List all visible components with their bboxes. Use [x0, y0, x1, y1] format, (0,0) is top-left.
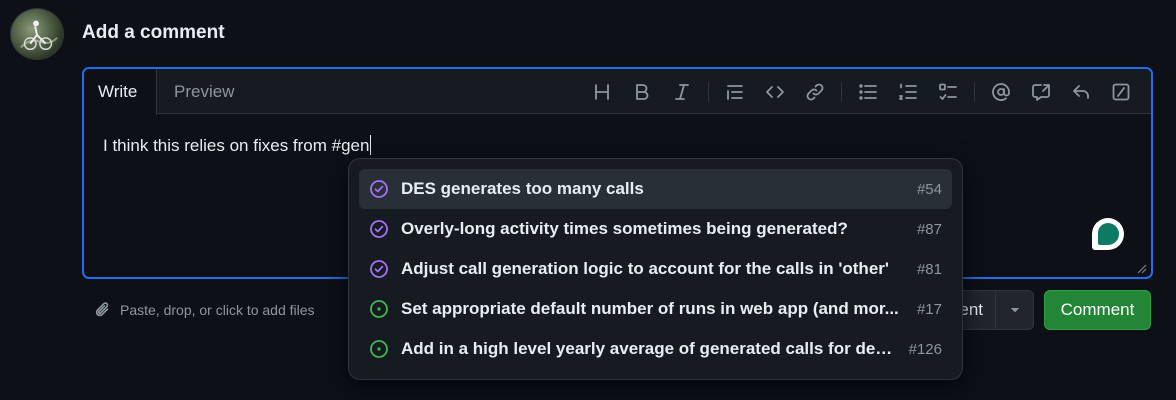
comment-text: I think this relies on fixes from #gen: [103, 136, 370, 155]
reply-icon[interactable]: [1061, 76, 1101, 108]
chevron-down-icon: [1010, 307, 1019, 313]
tab-write[interactable]: Write: [84, 69, 157, 115]
suggestion-item[interactable]: Add in a high level yearly average of ge…: [359, 329, 952, 369]
tab-preview[interactable]: Preview: [160, 69, 248, 115]
avatar[interactable]: [10, 8, 64, 60]
suggestion-item[interactable]: Overly-long activity times sometimes bei…: [359, 209, 952, 249]
comment-composer: Add a comment Write Preview I think this…: [0, 0, 1176, 400]
close-options-dropdown[interactable]: [995, 291, 1033, 329]
open-issue-icon: [370, 300, 388, 318]
closed-issue-icon: [370, 260, 388, 278]
markdown-toolbar: [582, 69, 1141, 114]
suggestion-number: #54: [916, 180, 942, 198]
italic-icon[interactable]: [662, 76, 702, 108]
suggestion-title: Overly-long activity times sometimes bei…: [401, 219, 848, 238]
page-title: Add a comment: [82, 22, 225, 43]
task-list-icon[interactable]: [928, 76, 968, 108]
mention-icon[interactable]: [981, 76, 1021, 108]
text-caret: [370, 135, 372, 155]
suggestion-title: Adjust call generation logic to account …: [401, 259, 889, 278]
ordered-list-icon[interactable]: [888, 76, 928, 108]
link-icon[interactable]: [795, 76, 835, 108]
suggestion-title: Set appropriate default number of runs i…: [401, 299, 899, 318]
open-issue-icon: [370, 340, 388, 358]
slash-commands-icon[interactable]: [1101, 76, 1141, 108]
closed-issue-icon: [370, 220, 388, 238]
cross-reference-icon[interactable]: [1021, 76, 1061, 108]
issue-suggestions-popup: DES generates too many calls #54 Overly-…: [348, 158, 963, 380]
closed-issue-icon: [370, 180, 388, 198]
quote-icon[interactable]: [715, 76, 755, 108]
unordered-list-icon[interactable]: [848, 76, 888, 108]
code-icon[interactable]: [755, 76, 795, 108]
attach-files-hint[interactable]: Paste, drop, or click to add files: [94, 298, 315, 322]
attach-hint-text: Paste, drop, or click to add files: [120, 302, 315, 318]
suggestion-number: #81: [916, 260, 942, 278]
suggestion-number: #87: [916, 220, 942, 238]
comment-button[interactable]: Comment: [1044, 290, 1151, 330]
suggestion-item[interactable]: Set appropriate default number of runs i…: [359, 289, 952, 329]
suggestion-title: Add in a high level yearly average of ge…: [401, 339, 895, 358]
toolbar-divider: [974, 81, 975, 102]
toolbar-divider: [841, 81, 842, 102]
toolbar-divider: [708, 81, 709, 102]
comment-textarea[interactable]: I think this relies on fixes from #gen: [103, 135, 1131, 156]
bold-icon[interactable]: [622, 76, 662, 108]
suggestion-title: DES generates too many calls: [401, 179, 644, 198]
suggestion-number: #17: [916, 300, 942, 318]
suggestion-item[interactable]: Adjust call generation logic to account …: [359, 249, 952, 289]
heading-icon[interactable]: [582, 76, 622, 108]
editor-header: Write Preview: [84, 69, 1151, 115]
suggestion-item[interactable]: DES generates too many calls #54: [359, 169, 952, 209]
resize-handle-icon[interactable]: [1133, 260, 1147, 274]
paperclip-icon: [95, 302, 109, 317]
suggestion-number: #126: [908, 340, 942, 358]
assistant-bubble-icon[interactable]: [1089, 215, 1127, 253]
